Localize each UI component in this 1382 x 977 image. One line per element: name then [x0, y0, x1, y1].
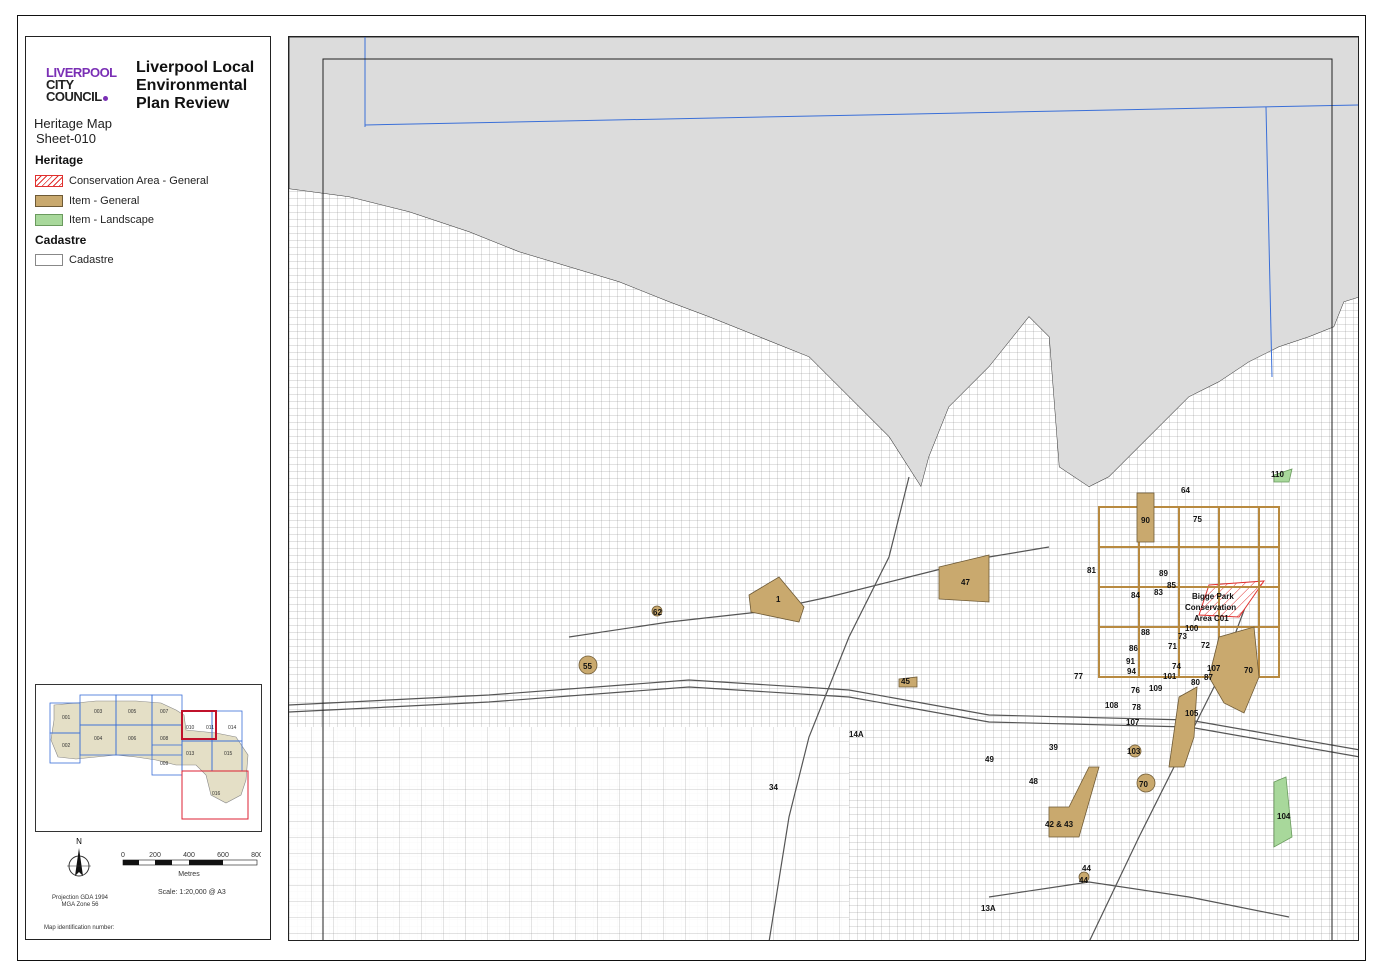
scale-ratio: Scale: 1:20,000 @ A3: [158, 889, 226, 896]
map-label: 13A: [981, 904, 996, 913]
map-label: 44: [1079, 876, 1088, 885]
map-label: 108: [1105, 701, 1119, 710]
heritage-heading: Heritage: [35, 153, 84, 167]
keymap-label: 007: [160, 709, 169, 715]
legend-item-landscape: Item - Landscape: [35, 213, 154, 227]
map-subtitle: Heritage Map Sheet-010: [34, 116, 112, 146]
keymap-label: 011: [206, 725, 214, 731]
map-label: 75: [1193, 515, 1202, 524]
legend-item-conservation: Conservation Area - General: [35, 174, 208, 188]
map-label: 110: [1271, 470, 1284, 479]
item-general-swatch: [35, 195, 63, 207]
keymap-label: 014: [228, 725, 237, 731]
map-name: Heritage Map: [34, 116, 113, 131]
keymap-label: 013: [186, 751, 195, 757]
map-label: 86: [1129, 644, 1138, 653]
map-label: 88: [1141, 628, 1150, 637]
map-label: 85: [1167, 581, 1176, 590]
keymap-label: 001: [62, 715, 71, 721]
map-label: 80: [1191, 678, 1200, 687]
map-label: 14A: [849, 730, 864, 739]
map-label: Area C01: [1194, 614, 1229, 623]
map-label: Conservation: [1185, 603, 1236, 612]
map-label: 84: [1131, 591, 1140, 600]
item-landscape-swatch: [35, 214, 63, 226]
keymap-label: 003: [94, 709, 103, 715]
map-label: 107: [1207, 664, 1221, 673]
keymap-label: 010: [186, 725, 195, 731]
map-label: 64: [1181, 486, 1190, 495]
cadastre-heading: Cadastre: [35, 233, 87, 247]
svg-text:200: 200: [149, 852, 161, 859]
council-logo: LIVERPOOL CITY COUNCIL: [46, 65, 117, 104]
map-label: 78: [1132, 703, 1141, 712]
projection-note: Projection GDA 1994 MGA Zone 56: [51, 895, 109, 908]
map-label: 90: [1141, 516, 1150, 525]
map-label: 62: [653, 608, 662, 617]
map-label: 39: [1049, 743, 1058, 752]
map-label: 71: [1168, 642, 1177, 651]
keymap-label: 009: [160, 761, 169, 767]
key-map: 001 002 003 004 005 006 007 008 009 010 …: [35, 684, 262, 832]
map-label: 83: [1154, 588, 1163, 597]
map-label: 77: [1074, 672, 1083, 681]
keymap-label: 006: [128, 736, 137, 742]
map-label: 72: [1201, 641, 1210, 650]
map-label: 81: [1087, 566, 1096, 575]
map-label: 76: [1131, 686, 1140, 695]
map-label: 89: [1159, 569, 1168, 578]
map-label: 44: [1082, 864, 1091, 873]
map-identification: Map identification number:: [44, 925, 115, 931]
map-label: 91: [1126, 657, 1135, 666]
keymap-label: 016: [212, 791, 221, 797]
legend-item-cadastre: Cadastre: [35, 253, 114, 267]
scale-bar: 0 200 400 600 800 Metres: [121, 849, 263, 884]
map-label: 109: [1149, 684, 1163, 693]
map-label: 101: [1163, 672, 1177, 681]
map-label: 103: [1127, 747, 1141, 756]
map-label: 105: [1185, 709, 1199, 718]
map-label: 100: [1185, 624, 1199, 633]
sheet-number: Sheet-010: [36, 131, 96, 146]
map-label: 74: [1172, 662, 1181, 671]
map-label: 45: [901, 677, 910, 686]
north-arrow-icon: N: [64, 837, 94, 888]
keymap-label: 005: [128, 709, 137, 715]
map-label: 104: [1277, 812, 1291, 821]
map-label: 47: [961, 578, 970, 587]
keymap-label: 008: [160, 736, 169, 742]
svg-text:Metres: Metres: [178, 871, 200, 878]
map-label: 70: [1244, 666, 1253, 675]
cadastre-swatch: [35, 254, 63, 266]
plan-title: Liverpool Local Environmental Plan Revie…: [136, 59, 255, 112]
keymap-label: 002: [62, 743, 71, 749]
svg-text:400: 400: [183, 852, 195, 859]
map-label: 49: [985, 755, 994, 764]
svg-text:0: 0: [121, 852, 125, 859]
map-label: 34: [769, 783, 778, 792]
map-label: 73: [1178, 632, 1187, 641]
keymap-label: 004: [94, 736, 103, 742]
map-label: 42 & 43: [1045, 820, 1074, 829]
legend-panel: LIVERPOOL CITY COUNCIL Liverpool Local E…: [25, 36, 271, 940]
conservation-swatch: [35, 175, 63, 187]
map-label: 55: [583, 662, 592, 671]
map-label: 87: [1204, 673, 1213, 682]
map-label: 1: [776, 595, 781, 604]
map-label: 107: [1126, 718, 1140, 727]
legend-item-general: Item - General: [35, 194, 139, 208]
map-label: 94: [1127, 667, 1136, 676]
svg-text:600: 600: [217, 852, 229, 859]
heritage-map: 1 62 55 47 45 14A 34 49 48 39 42 & 43 44…: [288, 36, 1359, 941]
svg-text:800: 800: [251, 852, 261, 859]
map-label: 48: [1029, 777, 1038, 786]
map-label: 70: [1139, 780, 1148, 789]
map-label: Bigge Park: [1192, 592, 1234, 601]
keymap-label: 015: [224, 751, 233, 757]
